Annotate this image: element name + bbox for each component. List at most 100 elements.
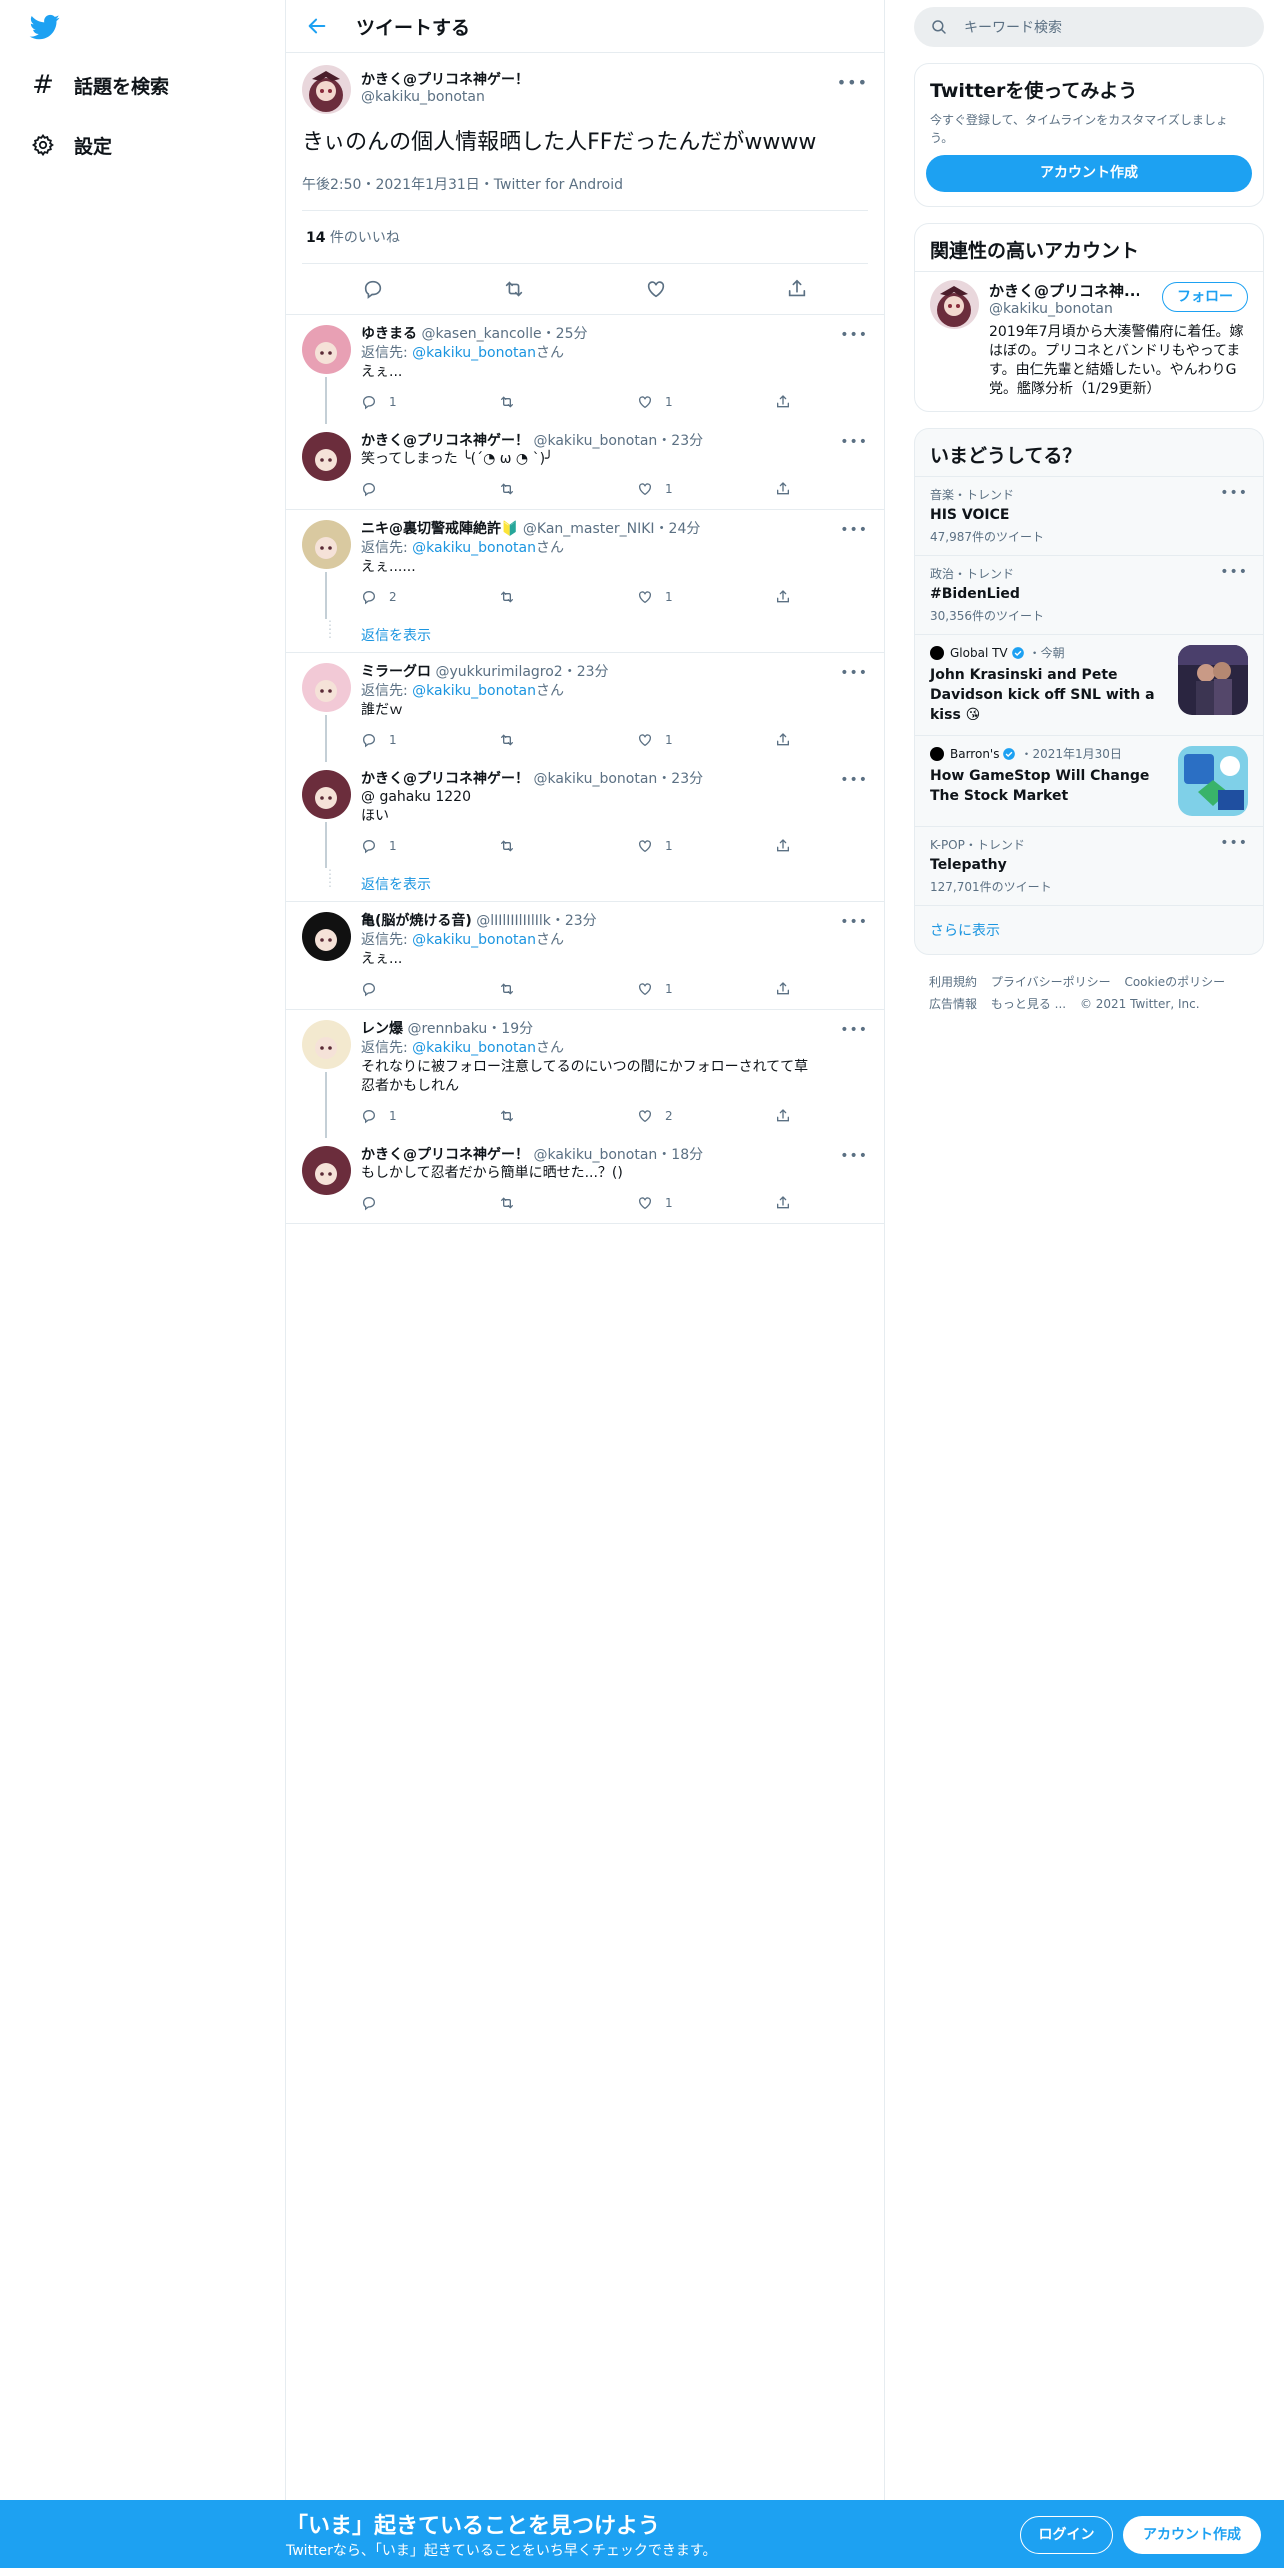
share-button[interactable] <box>775 481 803 497</box>
mention-link[interactable]: @kakiku_bonotan <box>412 345 536 361</box>
mention-link[interactable]: @kakiku_bonotan <box>412 683 536 699</box>
reply-tweet[interactable]: レン爆 @rennbaku・19分 返信先: @kakiku_bonotanさんそ… <box>286 1010 884 1138</box>
author-name[interactable]: かきく@プリコネ神ゲー！ <box>361 771 529 787</box>
reply-button[interactable] <box>361 481 499 497</box>
reply-tweet[interactable]: ゆきまる @kasen_kancolle・25分 返信先: @kakiku_bon… <box>286 315 884 424</box>
timestamp[interactable]: ・18分 <box>657 1147 703 1163</box>
avatar[interactable] <box>302 520 351 569</box>
like-button[interactable]: 1 <box>637 589 775 605</box>
follow-button[interactable]: フォロー <box>1162 282 1248 312</box>
show-replies-link[interactable]: ⋮ ⋮ 返信を表示 <box>286 617 884 653</box>
reply-button[interactable]: 2 <box>361 589 499 605</box>
more-icon[interactable]: ••• <box>1220 564 1248 580</box>
author-name[interactable]: 亀(脳が焼ける音) <box>361 913 472 929</box>
trend-item[interactable]: 政治・トレンド #BidenLied 30,356件のツイート ••• <box>915 555 1263 634</box>
timestamp[interactable]: ・23分 <box>657 771 703 787</box>
like-button[interactable]: 1 <box>637 981 775 997</box>
more-icon[interactable]: ••• <box>840 1022 868 1038</box>
reply-tweet[interactable]: ミラーグロ @yukkurimilagro2・23分 返信先: @kakiku_b… <box>286 653 884 762</box>
related-account[interactable]: かきく@プリコネ神... @kakiku_bonotan 2019年7月頃から大… <box>915 272 1263 411</box>
reply-tweet[interactable]: 亀(脳が焼ける音) @lIIlIIIlIIlIlk・23分 返信先: @kakik… <box>286 902 884 1010</box>
share-button[interactable] <box>775 1195 803 1211</box>
like-button[interactable]: 1 <box>637 394 775 410</box>
footer-link[interactable]: もっと見る ... <box>991 997 1066 1011</box>
news-item[interactable]: Global TV ・今朝 John Krasinski and Pete Da… <box>915 634 1263 735</box>
tweet-meta[interactable]: 午後2:50・2021年1月31日・Twitter for Android <box>302 174 868 211</box>
login-button[interactable]: ログイン <box>1020 2516 1113 2554</box>
like-button[interactable]: 1 <box>637 481 775 497</box>
mention-link[interactable]: @kakiku_bonotan <box>412 1040 536 1056</box>
show-more-link[interactable]: さらに表示 <box>915 905 1263 954</box>
avatar[interactable] <box>302 663 351 712</box>
retweet-button[interactable] <box>499 732 637 748</box>
reply-button[interactable] <box>361 1195 499 1211</box>
avatar[interactable] <box>302 912 351 961</box>
trend-item[interactable]: K-POP・トレンド Telepathy 127,701件のツイート ••• <box>915 826 1263 905</box>
avatar[interactable] <box>302 770 351 819</box>
footer-link[interactable]: プライバシーポリシー <box>991 975 1111 989</box>
reply-button[interactable]: 1 <box>361 394 499 410</box>
like-button[interactable]: 1 <box>637 1195 775 1211</box>
author-name[interactable]: かきく@プリコネ神ゲー！ <box>361 433 529 449</box>
share-button[interactable] <box>775 981 803 997</box>
avatar[interactable] <box>302 65 351 114</box>
news-item[interactable]: Barron's ・2021年1月30日 How GameStop Will C… <box>915 735 1263 826</box>
author-handle[interactable]: @kakiku_bonotan <box>533 1147 657 1163</box>
retweet-button[interactable] <box>499 394 637 410</box>
author-handle[interactable]: @yukkurimilagro2 <box>435 664 562 680</box>
more-icon[interactable]: ••• <box>1220 835 1248 851</box>
more-icon[interactable]: ••• <box>840 665 868 681</box>
like-button[interactable]: 2 <box>637 1108 775 1124</box>
retweet-button[interactable] <box>499 1195 637 1211</box>
author-handle[interactable]: @lIIlIIIlIIlIlk <box>476 913 551 929</box>
timestamp[interactable]: ・23分 <box>551 913 597 929</box>
more-icon[interactable]: ••• <box>840 914 868 930</box>
retweet-button[interactable] <box>499 981 637 997</box>
show-replies-link[interactable]: ⋮ ⋮ 返信を表示 <box>286 866 884 902</box>
author-handle[interactable]: @kakiku_bonotan <box>533 433 657 449</box>
reply-icon[interactable] <box>362 278 384 300</box>
share-button[interactable] <box>775 838 803 854</box>
likes-count[interactable]: 14 件のいいね <box>302 211 868 264</box>
author-handle[interactable]: @kasen_kancolle <box>421 326 541 342</box>
like-icon[interactable] <box>645 278 667 300</box>
mention-link[interactable]: @kakiku_bonotan <box>412 932 536 948</box>
reply-button[interactable]: 1 <box>361 732 499 748</box>
more-icon[interactable]: ••• <box>840 1148 868 1164</box>
nav-explore[interactable]: # 話題を検索 <box>28 65 169 105</box>
avatar[interactable] <box>302 432 351 481</box>
timestamp[interactable]: ・19分 <box>487 1021 533 1037</box>
author-handle[interactable]: @rennbaku <box>407 1021 487 1037</box>
share-button[interactable] <box>775 589 803 605</box>
reply-button[interactable]: 1 <box>361 838 499 854</box>
author-name[interactable]: かきく@プリコネ神ゲー！ <box>361 69 529 89</box>
share-button[interactable] <box>775 394 803 410</box>
reply-button[interactable]: 1 <box>361 1108 499 1124</box>
like-button[interactable]: 1 <box>637 838 775 854</box>
author-name[interactable]: レン爆 <box>361 1021 403 1037</box>
share-button[interactable] <box>775 1108 803 1124</box>
timestamp[interactable]: ・23分 <box>563 664 609 680</box>
share-icon[interactable] <box>786 278 808 300</box>
search-input[interactable]: キーワード検索 <box>914 7 1264 47</box>
more-icon[interactable]: ••• <box>840 772 868 788</box>
footer-link[interactable]: Cookieのポリシー <box>1124 975 1225 989</box>
retweet-button[interactable] <box>499 481 637 497</box>
reply-tweet[interactable]: かきく@プリコネ神ゲー！ @kakiku_bonotan・18分 もしかして忍者だ… <box>286 1136 884 1224</box>
more-icon[interactable]: ••• <box>840 434 868 450</box>
signup-button[interactable]: アカウント作成 <box>1123 2516 1261 2554</box>
more-icon[interactable]: ••• <box>1220 485 1248 501</box>
retweet-button[interactable] <box>499 589 637 605</box>
author-handle[interactable]: @kakiku_bonotan <box>361 89 529 105</box>
reply-button[interactable] <box>361 981 499 997</box>
author-name[interactable]: ゆきまる <box>361 326 417 342</box>
timestamp[interactable]: ・24分 <box>655 521 701 537</box>
timestamp[interactable]: ・25分 <box>542 326 588 342</box>
create-account-button[interactable]: アカウント作成 <box>926 155 1252 192</box>
author-handle[interactable]: @kakiku_bonotan <box>533 771 657 787</box>
avatar[interactable] <box>302 1020 351 1069</box>
reply-tweet[interactable]: ニキ@裏切警戒陣絶許🔰 @Kan_master_NIKI・24分 返信先: @ka… <box>286 510 884 619</box>
trend-item[interactable]: 音楽・トレンド HIS VOICE 47,987件のツイート ••• <box>915 476 1263 555</box>
author-name[interactable]: ニキ@裏切警戒陣絶許🔰 <box>361 521 518 537</box>
retweet-button[interactable] <box>499 1108 637 1124</box>
